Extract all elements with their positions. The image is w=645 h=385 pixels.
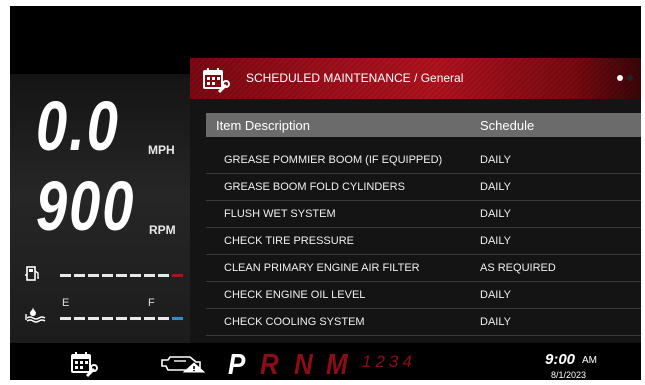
row-schedule: DAILY [480, 208, 511, 220]
maintenance-header: SCHEDULED MAINTENANCE / General [190, 58, 641, 99]
row-description: CHECK COOLING SYSTEM [224, 316, 365, 328]
clock-time: 9:00 [545, 351, 576, 368]
column-header-description: Item Description [216, 118, 310, 133]
fuel-pump-icon [24, 264, 42, 287]
gear-neutral: N [294, 347, 313, 380]
gear-park: P [228, 347, 246, 380]
row-schedule: DAILY [480, 154, 511, 166]
empty-label: E [62, 297, 70, 309]
page-indicator[interactable] [617, 75, 633, 81]
row-schedule: DAILY [480, 316, 511, 328]
column-header-schedule: Schedule [480, 118, 535, 133]
gear-manual: M [326, 347, 348, 380]
row-description: GREASE BOOM FOLD CYLINDERS [224, 181, 405, 193]
clock-date: 8/1/2023 [551, 370, 587, 380]
speed-unit-label: MPH [148, 143, 175, 157]
table-row[interactable]: GREASE BOOM FOLD CYLINDERS DAILY [206, 173, 641, 201]
row-schedule: DAILY [480, 289, 511, 301]
bottom-bar: P R N M 1234 9:00 AM 8/1/2023 [10, 343, 641, 380]
full-label: F [148, 297, 155, 309]
row-schedule: DAILY [480, 235, 511, 247]
table-row[interactable]: GREASE POMMIER BOOM (IF EQUIPPED) DAILY [206, 146, 641, 174]
table-row[interactable]: CHECK ENGINE OIL LEVEL DAILY [206, 281, 641, 309]
rpm-readout: 900 [36, 166, 136, 245]
fuel-gauge [60, 273, 183, 279]
page-dot[interactable] [627, 75, 633, 81]
calendar-wrench-icon[interactable] [70, 350, 98, 378]
table-row[interactable]: FLUSH WET SYSTEM DAILY [206, 200, 641, 228]
calendar-wrench-icon [202, 66, 230, 94]
row-description: CHECK TIRE PRESSURE [224, 235, 354, 247]
page-dot-active[interactable] [617, 75, 623, 81]
row-schedule: AS REQUIRED [480, 262, 556, 274]
table-row[interactable]: CLEAN PRIMARY ENGINE AIR FILTER AS REQUI… [206, 254, 641, 282]
table-row[interactable]: CHECK COOLING SYSTEM DAILY [206, 308, 641, 336]
tank-level-gauge [60, 316, 183, 322]
row-description: CHECK ENGINE OIL LEVEL [224, 289, 366, 301]
rpm-unit-label: RPM [149, 223, 176, 237]
table-header: Item Description Schedule [206, 113, 641, 137]
speed-readout: 0.0 [36, 86, 120, 165]
table-row[interactable]: CHECK TIRE PRESSURE DAILY [206, 227, 641, 255]
tank-level-icon [24, 304, 46, 329]
clock-ampm: AM [582, 355, 597, 366]
engine-warning-icon[interactable] [160, 352, 208, 374]
instrument-panel: 0.0 MPH 900 RPM E F [10, 74, 190, 343]
row-description: GREASE POMMIER BOOM (IF EQUIPPED) [224, 154, 443, 166]
maintenance-title: SCHEDULED MAINTENANCE / General [246, 71, 464, 85]
display-screen: 0.0 MPH 900 RPM E F SCHEDULED MAINTENANC… [10, 6, 641, 380]
maintenance-panel: SCHEDULED MAINTENANCE / General Item Des… [190, 58, 641, 343]
row-description: CLEAN PRIMARY ENGINE AIR FILTER [224, 262, 420, 274]
row-schedule: DAILY [480, 181, 511, 193]
gear-numbers: 1234 [362, 352, 416, 371]
gear-reverse: R [260, 347, 279, 380]
row-description: FLUSH WET SYSTEM [224, 208, 336, 220]
